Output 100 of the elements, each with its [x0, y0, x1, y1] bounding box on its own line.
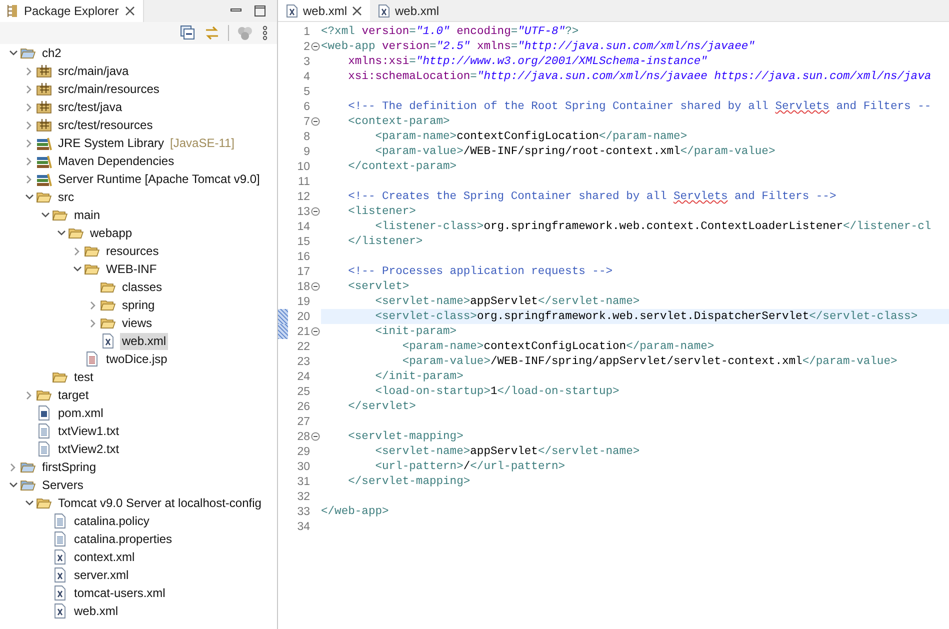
package-folder-icon: [36, 81, 52, 97]
package-folder-icon: [36, 99, 52, 115]
line-number: 18: [296, 280, 310, 292]
code-line: </listener>: [347, 236, 423, 248]
code-line: <servlet-mapping>: [347, 430, 464, 442]
tree-item[interactable]: resources: [104, 242, 161, 260]
fold-icon[interactable]: [311, 42, 320, 51]
line-number: 17: [296, 266, 310, 278]
xml-file-icon: [52, 567, 68, 583]
xml-file-icon: [286, 4, 298, 18]
line-number: 33: [296, 506, 310, 518]
code-line: </init-param>: [374, 370, 464, 382]
tree-item[interactable]: src/test/resources: [56, 116, 155, 134]
code-line: xsi:schemaLocation="http://java.sun.com/xml/ns/javaee https://java.sun.com/xml/ns/java: [347, 70, 932, 82]
tree-item[interactable]: server.xml: [72, 566, 131, 584]
line-number: 6: [302, 100, 310, 112]
tree-item[interactable]: webapp: [88, 224, 134, 242]
editor-tab[interactable]: web.xml: [278, 0, 370, 21]
tree-item[interactable]: test: [72, 368, 96, 386]
tree-item[interactable]: JRE System Library: [56, 134, 166, 152]
code-line: <web-app version="2.5" xmlns="http://java.sun.com/xml/ns/javaee": [321, 40, 755, 52]
tree-item[interactable]: main: [72, 206, 102, 224]
line-number: 13: [296, 206, 310, 218]
fold-icon[interactable]: [311, 327, 320, 336]
fold-icon[interactable]: [311, 432, 320, 441]
fold-icon[interactable]: [311, 207, 320, 216]
tree-item[interactable]: views: [120, 314, 154, 332]
tree-item[interactable]: Servers: [40, 476, 86, 494]
library-icon: [36, 135, 52, 151]
line-number: 26: [296, 400, 310, 412]
library-icon: [36, 171, 52, 187]
tree-item[interactable]: Tomcat v9.0 Server at localhost-config: [56, 494, 264, 512]
close-icon[interactable]: [352, 6, 362, 16]
line-number: 29: [296, 446, 310, 458]
line-number: 10: [296, 160, 310, 172]
code-line: <url-pattern>/</url-pattern>: [374, 460, 566, 472]
line-number: 30: [296, 460, 310, 472]
tree-item[interactable]: catalina.properties: [72, 530, 174, 548]
code-line: <!-- The definition of the Root Spring Container shared by all Servlets and Filters --: [347, 100, 932, 112]
tree-item[interactable]: Maven Dependencies: [56, 152, 176, 170]
tree-item[interactable]: Server Runtime [Apache Tomcat v9.0]: [56, 170, 262, 188]
fold-icon[interactable]: [311, 117, 320, 126]
tree-item[interactable]: classes: [120, 278, 164, 296]
tree-item[interactable]: ch2: [40, 44, 64, 62]
tree-item[interactable]: src/test/java: [56, 98, 124, 116]
view-tab[interactable]: Package Explorer: [0, 0, 144, 22]
line-number: 21: [296, 326, 310, 338]
code-line: <init-param>: [374, 326, 457, 338]
collapse-all-icon[interactable]: [180, 25, 196, 41]
code-line: <servlet-name>appServlet</servlet-name>: [374, 296, 640, 308]
tree-item[interactable]: txtView1.txt: [56, 422, 122, 440]
line-number: 3: [302, 56, 310, 68]
tree-item[interactable]: firstSpring: [40, 458, 98, 476]
tree-item[interactable]: target: [56, 386, 91, 404]
line-number: 28: [296, 430, 310, 442]
line-number: 2: [302, 40, 310, 52]
tree-item[interactable]: txtView2.txt: [56, 440, 122, 458]
xml-file-icon: [52, 549, 68, 565]
code-line: xmlns:xsi="http://www.w3.org/2001/XMLSchema-instance": [347, 56, 708, 68]
tree-item[interactable]: src/main/resources: [56, 80, 162, 98]
file-icon: [84, 351, 100, 367]
tree-item-decoration: [JavaSE-11]: [170, 136, 235, 150]
maven-file-icon: [36, 405, 52, 421]
line-number: 1: [302, 26, 310, 38]
view-menu-icon[interactable]: [261, 25, 269, 41]
code-line: <context-param>: [347, 116, 450, 128]
tree-item[interactable]: WEB-INF: [104, 260, 159, 278]
line-number: 34: [296, 520, 310, 532]
maximize-icon[interactable]: [253, 4, 267, 18]
tree-item[interactable]: twoDice.jsp: [104, 350, 170, 368]
tree-item[interactable]: src: [56, 188, 76, 206]
close-icon[interactable]: [124, 6, 135, 16]
editor-tab[interactable]: web.xml: [370, 0, 448, 21]
line-number: 25: [296, 386, 310, 398]
line-number: 24: [296, 370, 310, 382]
tree-item[interactable]: pom.xml: [56, 404, 106, 422]
text-file-icon: [52, 531, 68, 547]
package-explorer-icon: [6, 4, 18, 18]
tree-item[interactable]: web.xml: [72, 602, 120, 620]
line-number: 20: [296, 310, 310, 322]
tree-item[interactable]: web.xml: [120, 332, 168, 350]
view-title: Package Explorer: [24, 4, 119, 18]
line-number: 5: [302, 86, 310, 98]
text-file-icon: [36, 441, 52, 457]
code-line: </servlet-mapping>: [347, 476, 470, 488]
code-line: <servlet>: [347, 280, 410, 292]
tree-item[interactable]: src/main/java: [56, 62, 131, 80]
tree-item[interactable]: catalina.policy: [72, 512, 152, 530]
tree-item[interactable]: context.xml: [72, 548, 137, 566]
tree-item[interactable]: tomcat-users.xml: [72, 584, 168, 602]
package-folder-icon: [36, 117, 52, 133]
library-icon: [36, 153, 52, 169]
tree-item[interactable]: spring: [120, 296, 157, 314]
fold-icon[interactable]: [311, 282, 320, 291]
text-file-icon: [52, 513, 68, 529]
xml-file-icon: [100, 333, 116, 349]
xml-file-icon: [378, 4, 390, 18]
line-number: 7: [302, 116, 310, 128]
line-number: 22: [296, 340, 310, 352]
code-line: <listener-class>org.springframework.web.context.ContextLoaderListener</listener-cl: [374, 220, 932, 232]
